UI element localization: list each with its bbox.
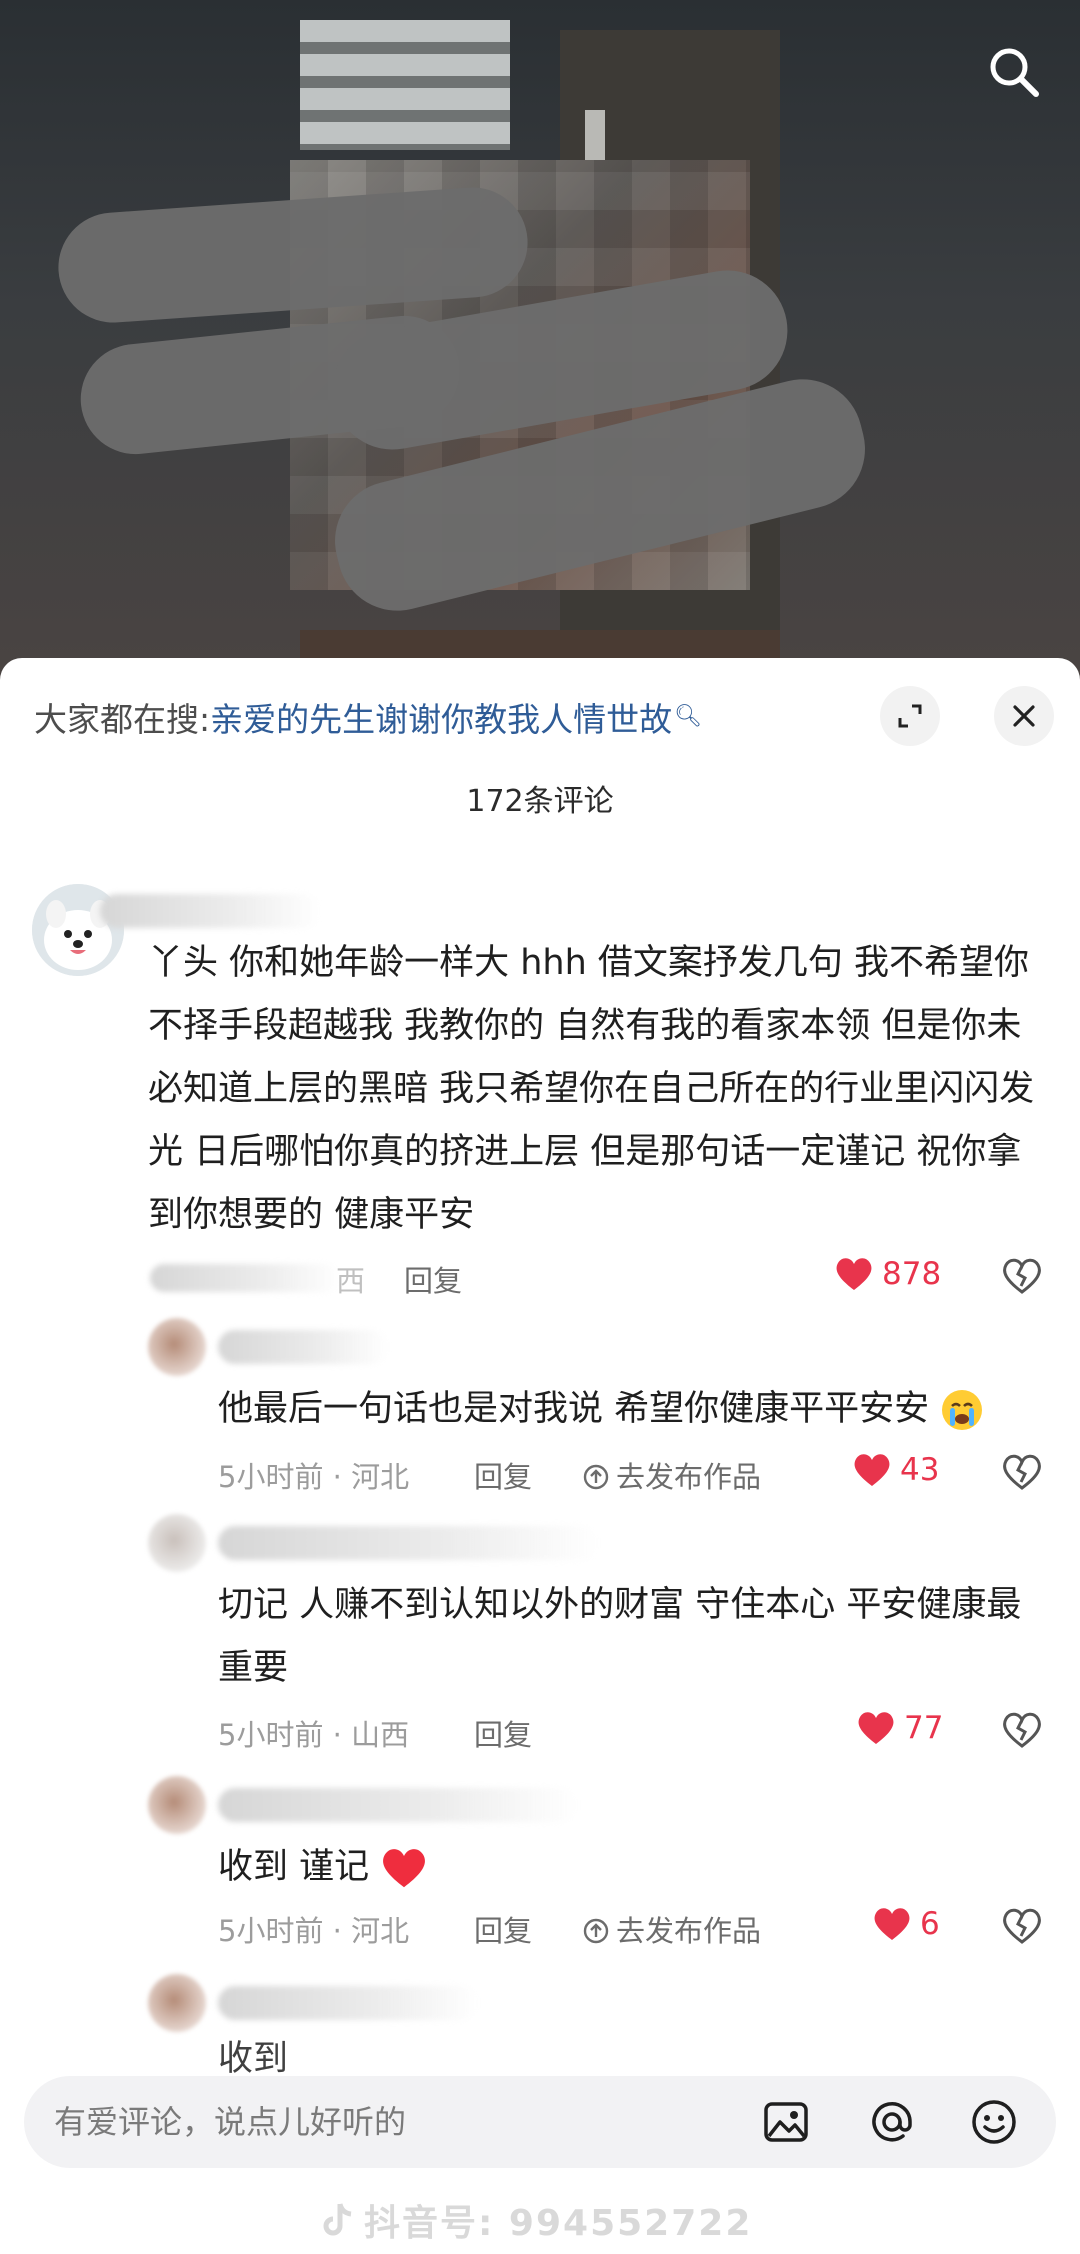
search-icon [990,48,1039,97]
dislike-button[interactable] [1002,1908,1042,1948]
publish-icon [583,1464,609,1490]
like-button[interactable]: 77 [856,1710,943,1746]
image-button[interactable] [760,2096,812,2148]
heart-filled-icon [836,1258,872,1290]
tiktok-logo-icon [323,2203,352,2236]
like-button[interactable]: 6 [872,1906,940,1942]
comment-text: 丫头 你和她年龄一样大 hhh 借文案抒发几句 我不希望你不择手段超越我 我教你… [148,943,1035,1235]
comment-meta: 5小时前 · 山西 [218,1718,410,1752]
avatar[interactable] [148,1318,206,1376]
username-blurred[interactable] [218,1788,578,1822]
hot-search-topic[interactable]: 亲爱的先生谢谢你教我人情世故 [210,700,672,739]
like-count: 6 [920,1906,940,1942]
dislike-button[interactable] [1002,1454,1042,1494]
reply-button[interactable]: 回复 [474,1712,532,1754]
comment-panel: 大家都在搜:亲爱的先生谢谢你教我人情世故🔍︎ 172条评论 丫头 你和她年龄一样… [0,658,1080,2254]
comment-count: 172条评论 [466,784,614,819]
comment-input[interactable] [54,2076,734,2168]
username-blurred[interactable] [218,1330,388,1364]
like-button[interactable]: 878 [834,1256,941,1292]
heart-filled-icon [858,1712,894,1744]
expand-icon [898,704,922,728]
reply-button[interactable]: 回复 [474,1454,532,1496]
reply-button[interactable]: 回复 [404,1258,462,1300]
comment-text: 收到 谨记 [218,1836,718,1899]
comment-meta: 5小时前 · 河北 [218,1914,410,1948]
username-blurred[interactable] [218,1986,478,2020]
hot-search-bar[interactable]: 大家都在搜:亲爱的先生谢谢你教我人情世故🔍︎ [34,694,702,743]
red-heart-emoji [383,1849,426,1888]
username-blurred[interactable] [100,894,320,928]
expand-button[interactable] [880,686,940,746]
video-background[interactable] [0,0,1080,680]
close-icon [1013,705,1035,727]
heart-filled-icon [874,1908,910,1940]
like-button[interactable]: 43 [852,1452,939,1488]
search-icon: 🔍︎ [674,704,703,729]
comment-meta: 5小时前 · 河北 [218,1460,410,1494]
avatar[interactable] [148,1776,206,1834]
heart-filled-icon [854,1454,890,1486]
like-count: 43 [900,1452,940,1488]
comment-meta: 西 [336,1264,366,1298]
broken-heart-icon [1003,1908,1041,1944]
hot-search-prefix: 大家都在搜: [34,700,211,739]
crying-face-emoji [942,1390,983,1430]
like-count: 878 [882,1256,942,1292]
avatar[interactable] [148,1514,206,1572]
broken-heart-icon [1003,1454,1041,1490]
broken-heart-icon [1003,1258,1041,1294]
comment-input-bar [24,2076,1056,2168]
mention-button[interactable] [866,2096,918,2148]
publish-work-link[interactable]: 去发布作品 [582,1908,761,1950]
douyin-watermark: 抖音号: 994552722 [320,2194,752,2246]
publish-work-link[interactable]: 去发布作品 [582,1454,761,1496]
video-window [300,20,510,150]
image-icon [764,2102,808,2142]
dislike-button[interactable] [1002,1258,1042,1298]
emoji-button[interactable] [968,2096,1020,2148]
dislike-button[interactable] [1002,1712,1042,1752]
close-button[interactable] [994,686,1054,746]
emoji-icon [972,2100,1016,2144]
reply-button[interactable]: 回复 [474,1908,532,1950]
at-icon [872,2102,912,2142]
comment-text: 切记 人赚不到认知以外的财富 守住本心 平安健康最重要 [218,1585,1022,1688]
broken-heart-icon [1003,1712,1041,1748]
comment-text: 他最后一句话也是对我说 希望你健康平平安安 [218,1378,1038,1441]
search-button[interactable] [984,42,1044,102]
like-count: 77 [904,1710,944,1746]
publish-icon [583,1918,609,1944]
avatar[interactable] [148,1974,206,2032]
username-blurred[interactable] [218,1526,598,1560]
timestamp-blurred [150,1264,340,1292]
